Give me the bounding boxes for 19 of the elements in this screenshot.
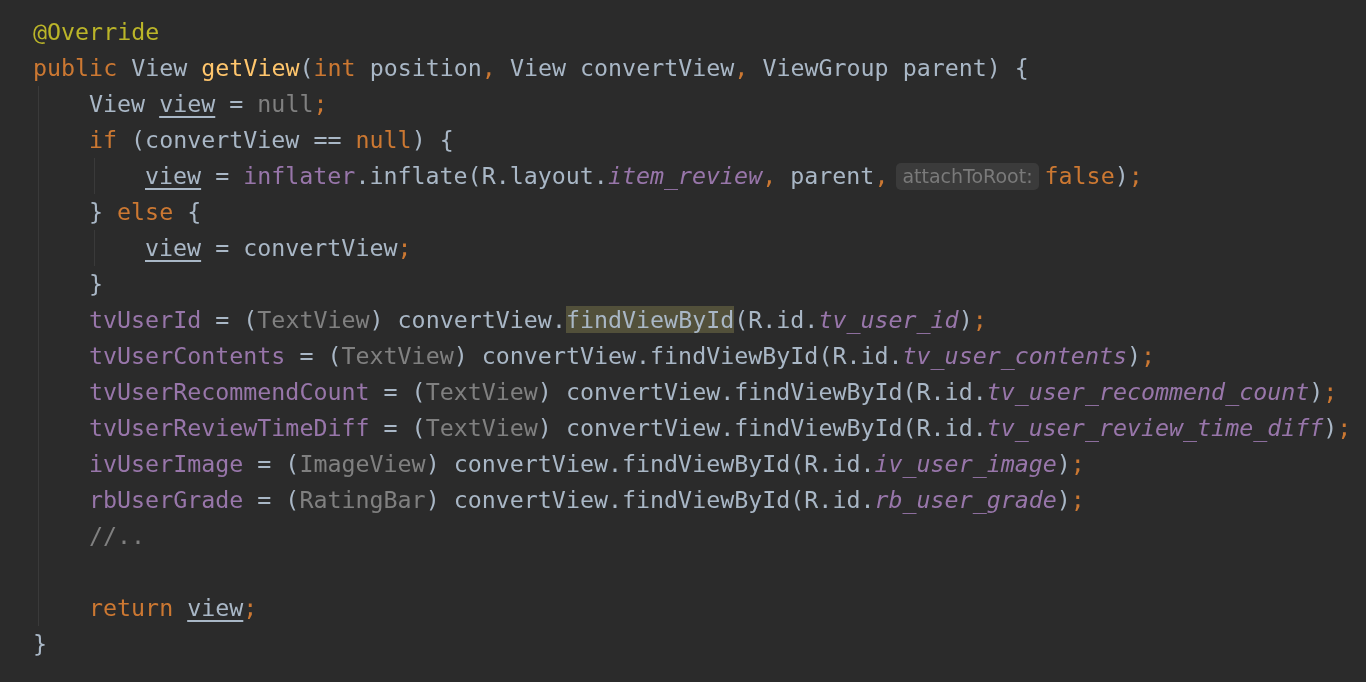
code-line: view = convertView;	[145, 233, 412, 263]
code-line: tvUserId = (TextView) convertView.findViewById(R.id.tv_user_id);	[89, 305, 987, 335]
code-line: return view;	[89, 593, 258, 623]
code-line: ivUserImage = (ImageView) convertView.findViewById(R.id.iv_user_image);	[89, 449, 1085, 479]
parameter-hint: attachToRoot:	[896, 162, 1039, 190]
code-line: tvUserRecommendCount = (TextView) convertView.findViewById(R.id.tv_user_recommend_count);	[89, 377, 1338, 407]
code-line: @Override	[33, 17, 160, 47]
code-line: false);	[1044, 161, 1143, 191]
code-line: public View getView(int position, View convertView, ViewGroup parent) {	[33, 53, 1029, 83]
code-line: } else {	[89, 197, 202, 227]
code-line: rbUserGrade = (RatingBar) convertView.findViewById(R.id.rb_user_grade);	[89, 485, 1085, 515]
code-line: tvUserReviewTimeDiff = (TextView) convertView.findViewById(R.id.tv_user_review_time_diff);	[89, 413, 1352, 443]
code-line: //..	[89, 521, 146, 551]
code-line: tvUserContents = (TextView) convertView.findViewById(R.id.tv_user_contents);	[89, 341, 1156, 371]
code-line: }	[33, 629, 48, 659]
code-line: View view = null;	[89, 89, 328, 119]
code-line: }	[89, 269, 104, 299]
code-line: view = inflater.inflate(R.layout.item_review, parent,	[145, 161, 889, 191]
code-line: if (convertView == null) {	[89, 125, 454, 155]
